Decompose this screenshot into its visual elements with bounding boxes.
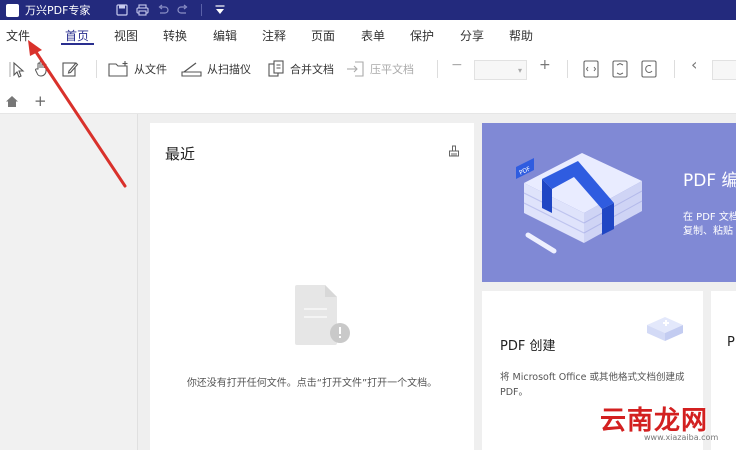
watermark-logo: 云南龙网 — [600, 406, 709, 436]
annotation-arrow-icon — [28, 40, 127, 188]
watermark-url: www.xiazaiba.com — [644, 433, 719, 442]
